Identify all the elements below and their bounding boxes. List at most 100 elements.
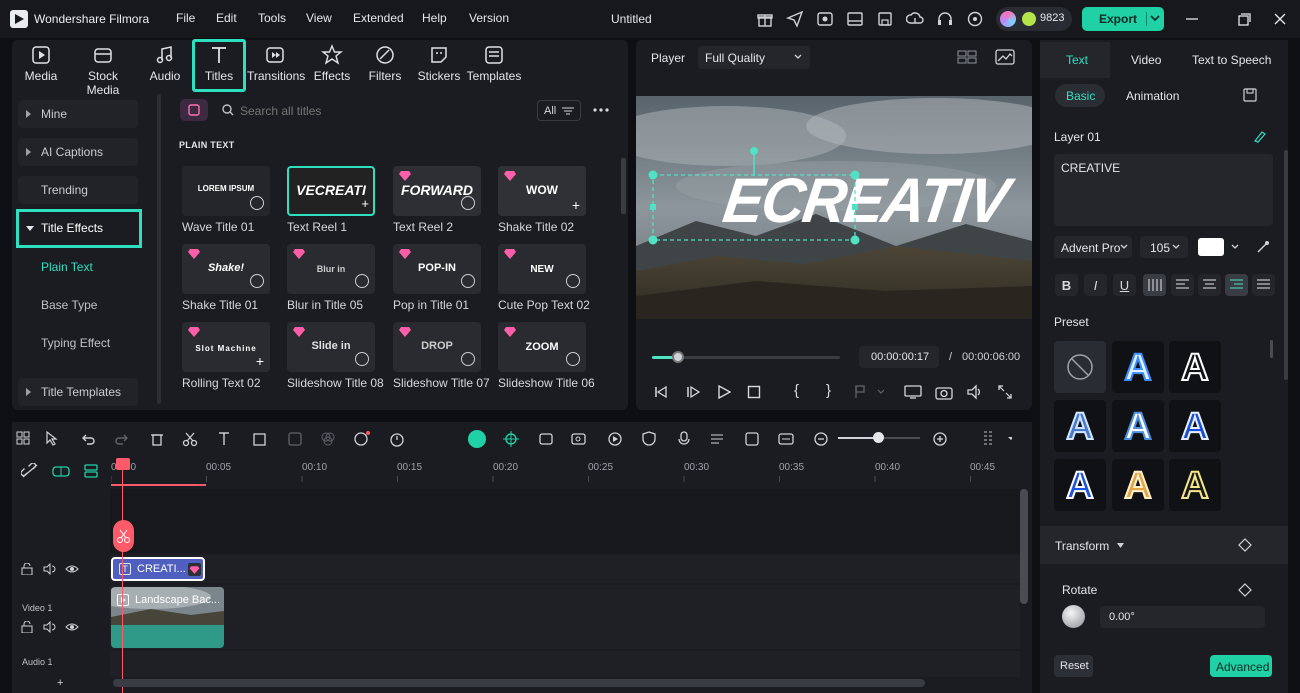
select-tool-icon[interactable] <box>45 431 61 447</box>
title-card[interactable]: ZOOM Slideshow Title 06 <box>498 322 595 390</box>
play-frame-icon[interactable] <box>686 385 700 399</box>
layout-grid-icon[interactable] <box>16 431 30 445</box>
tab-filters[interactable]: Filters <box>357 44 413 83</box>
properties-scrollbar[interactable] <box>1284 150 1288 380</box>
add-track-icon[interactable]: + <box>57 677 63 689</box>
save-preset-icon[interactable] <box>1243 88 1257 102</box>
menu-file[interactable]: File <box>176 11 195 25</box>
align-center-button[interactable] <box>1198 274 1221 296</box>
reset-button[interactable]: Reset <box>1054 655 1093 677</box>
undo-icon[interactable] <box>80 431 96 447</box>
notification-icon[interactable] <box>966 10 984 28</box>
speaker-icon[interactable] <box>43 621 57 633</box>
font-size-select[interactable]: 105 <box>1140 236 1188 258</box>
title-card[interactable]: NEW Cute Pop Text 02 <box>498 244 590 312</box>
selection-box[interactable] <box>636 96 1032 319</box>
close-icon[interactable] <box>1272 11 1288 27</box>
redo-icon[interactable] <box>114 431 130 447</box>
title-card[interactable]: POP-IN Pop in Title 01 <box>393 244 481 312</box>
tab-text-to-speech[interactable]: Text to Speech <box>1192 53 1271 67</box>
download-icon[interactable] <box>250 274 264 288</box>
subtab-animation[interactable]: Animation <box>1126 89 1179 103</box>
layout-icon[interactable] <box>846 10 864 28</box>
keyframe-diamond-icon[interactable] <box>1238 583 1252 597</box>
title-card[interactable]: VECREATI + Text Reel 1 <box>287 166 375 234</box>
download-icon[interactable] <box>461 196 475 210</box>
menu-extended[interactable]: Extended <box>353 11 404 25</box>
grid-view-icon[interactable] <box>957 49 977 65</box>
title-card[interactable]: Blur in Blur in Title 05 <box>287 244 375 312</box>
menu-edit[interactable]: Edit <box>216 11 237 25</box>
ai-edit-icon[interactable] <box>1253 129 1271 143</box>
zoom-in-icon[interactable] <box>932 431 948 447</box>
camera-icon[interactable] <box>935 384 953 400</box>
record-voice-icon[interactable] <box>571 431 589 447</box>
sidebar-scrollbar[interactable] <box>157 94 161 404</box>
previous-frame-icon[interactable] <box>654 385 668 399</box>
title-card[interactable]: FORWARD Text Reel 2 <box>393 166 481 234</box>
sidebar-item-mine[interactable]: Mine <box>18 100 138 128</box>
add-icon[interactable]: + <box>256 353 264 369</box>
zoom-out-icon[interactable] <box>813 431 829 447</box>
sidebar-item-ai-captions[interactable]: AI Captions <box>18 138 138 166</box>
menu-tools[interactable]: Tools <box>258 11 286 25</box>
title-card[interactable]: Slide in Slideshow Title 08 <box>287 322 384 390</box>
tab-effects[interactable]: Effects <box>304 44 360 83</box>
send-icon[interactable] <box>786 10 804 28</box>
align-left-button[interactable] <box>1171 274 1194 296</box>
playhead-handle[interactable] <box>116 458 130 470</box>
title-card[interactable]: Shake! Shake Title 01 <box>182 244 270 312</box>
lock-icon[interactable] <box>21 621 33 633</box>
marker-icon[interactable] <box>854 385 884 399</box>
grid-scrollbar[interactable] <box>621 158 626 214</box>
sidebar-item-trending[interactable]: Trending <box>18 176 138 204</box>
add-icon[interactable]: + <box>361 196 369 211</box>
text-input[interactable]: CREATIVE <box>1054 154 1273 226</box>
download-icon[interactable] <box>566 352 580 366</box>
speaker-icon[interactable] <box>43 563 57 575</box>
preset-style[interactable]: A <box>1169 341 1221 393</box>
tab-audio[interactable]: Audio <box>137 44 193 83</box>
eye-icon[interactable] <box>65 621 79 633</box>
title-card[interactable]: WOW + Shake Title 02 <box>498 166 586 234</box>
track-settings-icon[interactable] <box>982 429 1012 447</box>
color-icon[interactable] <box>320 431 336 447</box>
maximize-icon[interactable] <box>1236 11 1252 27</box>
snapshot-view-icon[interactable] <box>995 48 1015 66</box>
audio-mixer-icon[interactable] <box>709 431 725 447</box>
preset-style[interactable]: A <box>1112 400 1164 452</box>
filter-all-button[interactable]: All <box>537 100 581 121</box>
underline-button[interactable]: U <box>1113 274 1136 296</box>
tab-templates[interactable]: Templates <box>466 44 522 83</box>
work-area-range[interactable] <box>111 484 206 486</box>
italic-button[interactable]: I <box>1084 274 1107 296</box>
fullscreen-icon[interactable] <box>998 385 1012 399</box>
title-card[interactable]: LOREM IPSUM Wave Title 01 <box>182 166 270 234</box>
download-icon[interactable] <box>461 274 475 288</box>
scene-detect-icon[interactable] <box>538 431 554 447</box>
tab-text[interactable]: Text <box>1066 53 1088 67</box>
preset-scrollbar[interactable] <box>1270 340 1273 358</box>
video-clip[interactable]: Landscape Bac... <box>111 587 224 648</box>
split-scissors-icon[interactable] <box>182 431 198 447</box>
download-icon[interactable] <box>355 352 369 366</box>
letter-spacing-button[interactable] <box>1143 274 1166 296</box>
title-card[interactable]: DROP Slideshow Title 07 <box>393 322 490 390</box>
premium-filter-button[interactable] <box>180 99 208 121</box>
text-tool-icon[interactable] <box>217 431 235 447</box>
preset-style[interactable]: A <box>1169 400 1221 452</box>
video-preview[interactable]: ECREATIV <box>636 96 1032 319</box>
sidebar-item-title-templates[interactable]: Title Templates <box>18 378 138 406</box>
justify-button[interactable] <box>1252 274 1275 296</box>
text-clip[interactable]: T CREATI... <box>111 557 205 581</box>
download-icon[interactable] <box>355 274 369 288</box>
play-icon[interactable] <box>717 385 731 399</box>
mark-in-icon[interactable]: { <box>794 382 799 399</box>
preset-style[interactable]: A <box>1112 341 1164 393</box>
tab-stickers[interactable]: Stickers <box>411 44 467 83</box>
chevron-down-icon[interactable] <box>1231 244 1239 250</box>
export-button[interactable]: Export <box>1082 7 1164 31</box>
tab-media[interactable]: Media <box>13 44 69 83</box>
crop-icon[interactable] <box>252 431 268 447</box>
caret-down-icon[interactable] <box>1117 543 1125 549</box>
